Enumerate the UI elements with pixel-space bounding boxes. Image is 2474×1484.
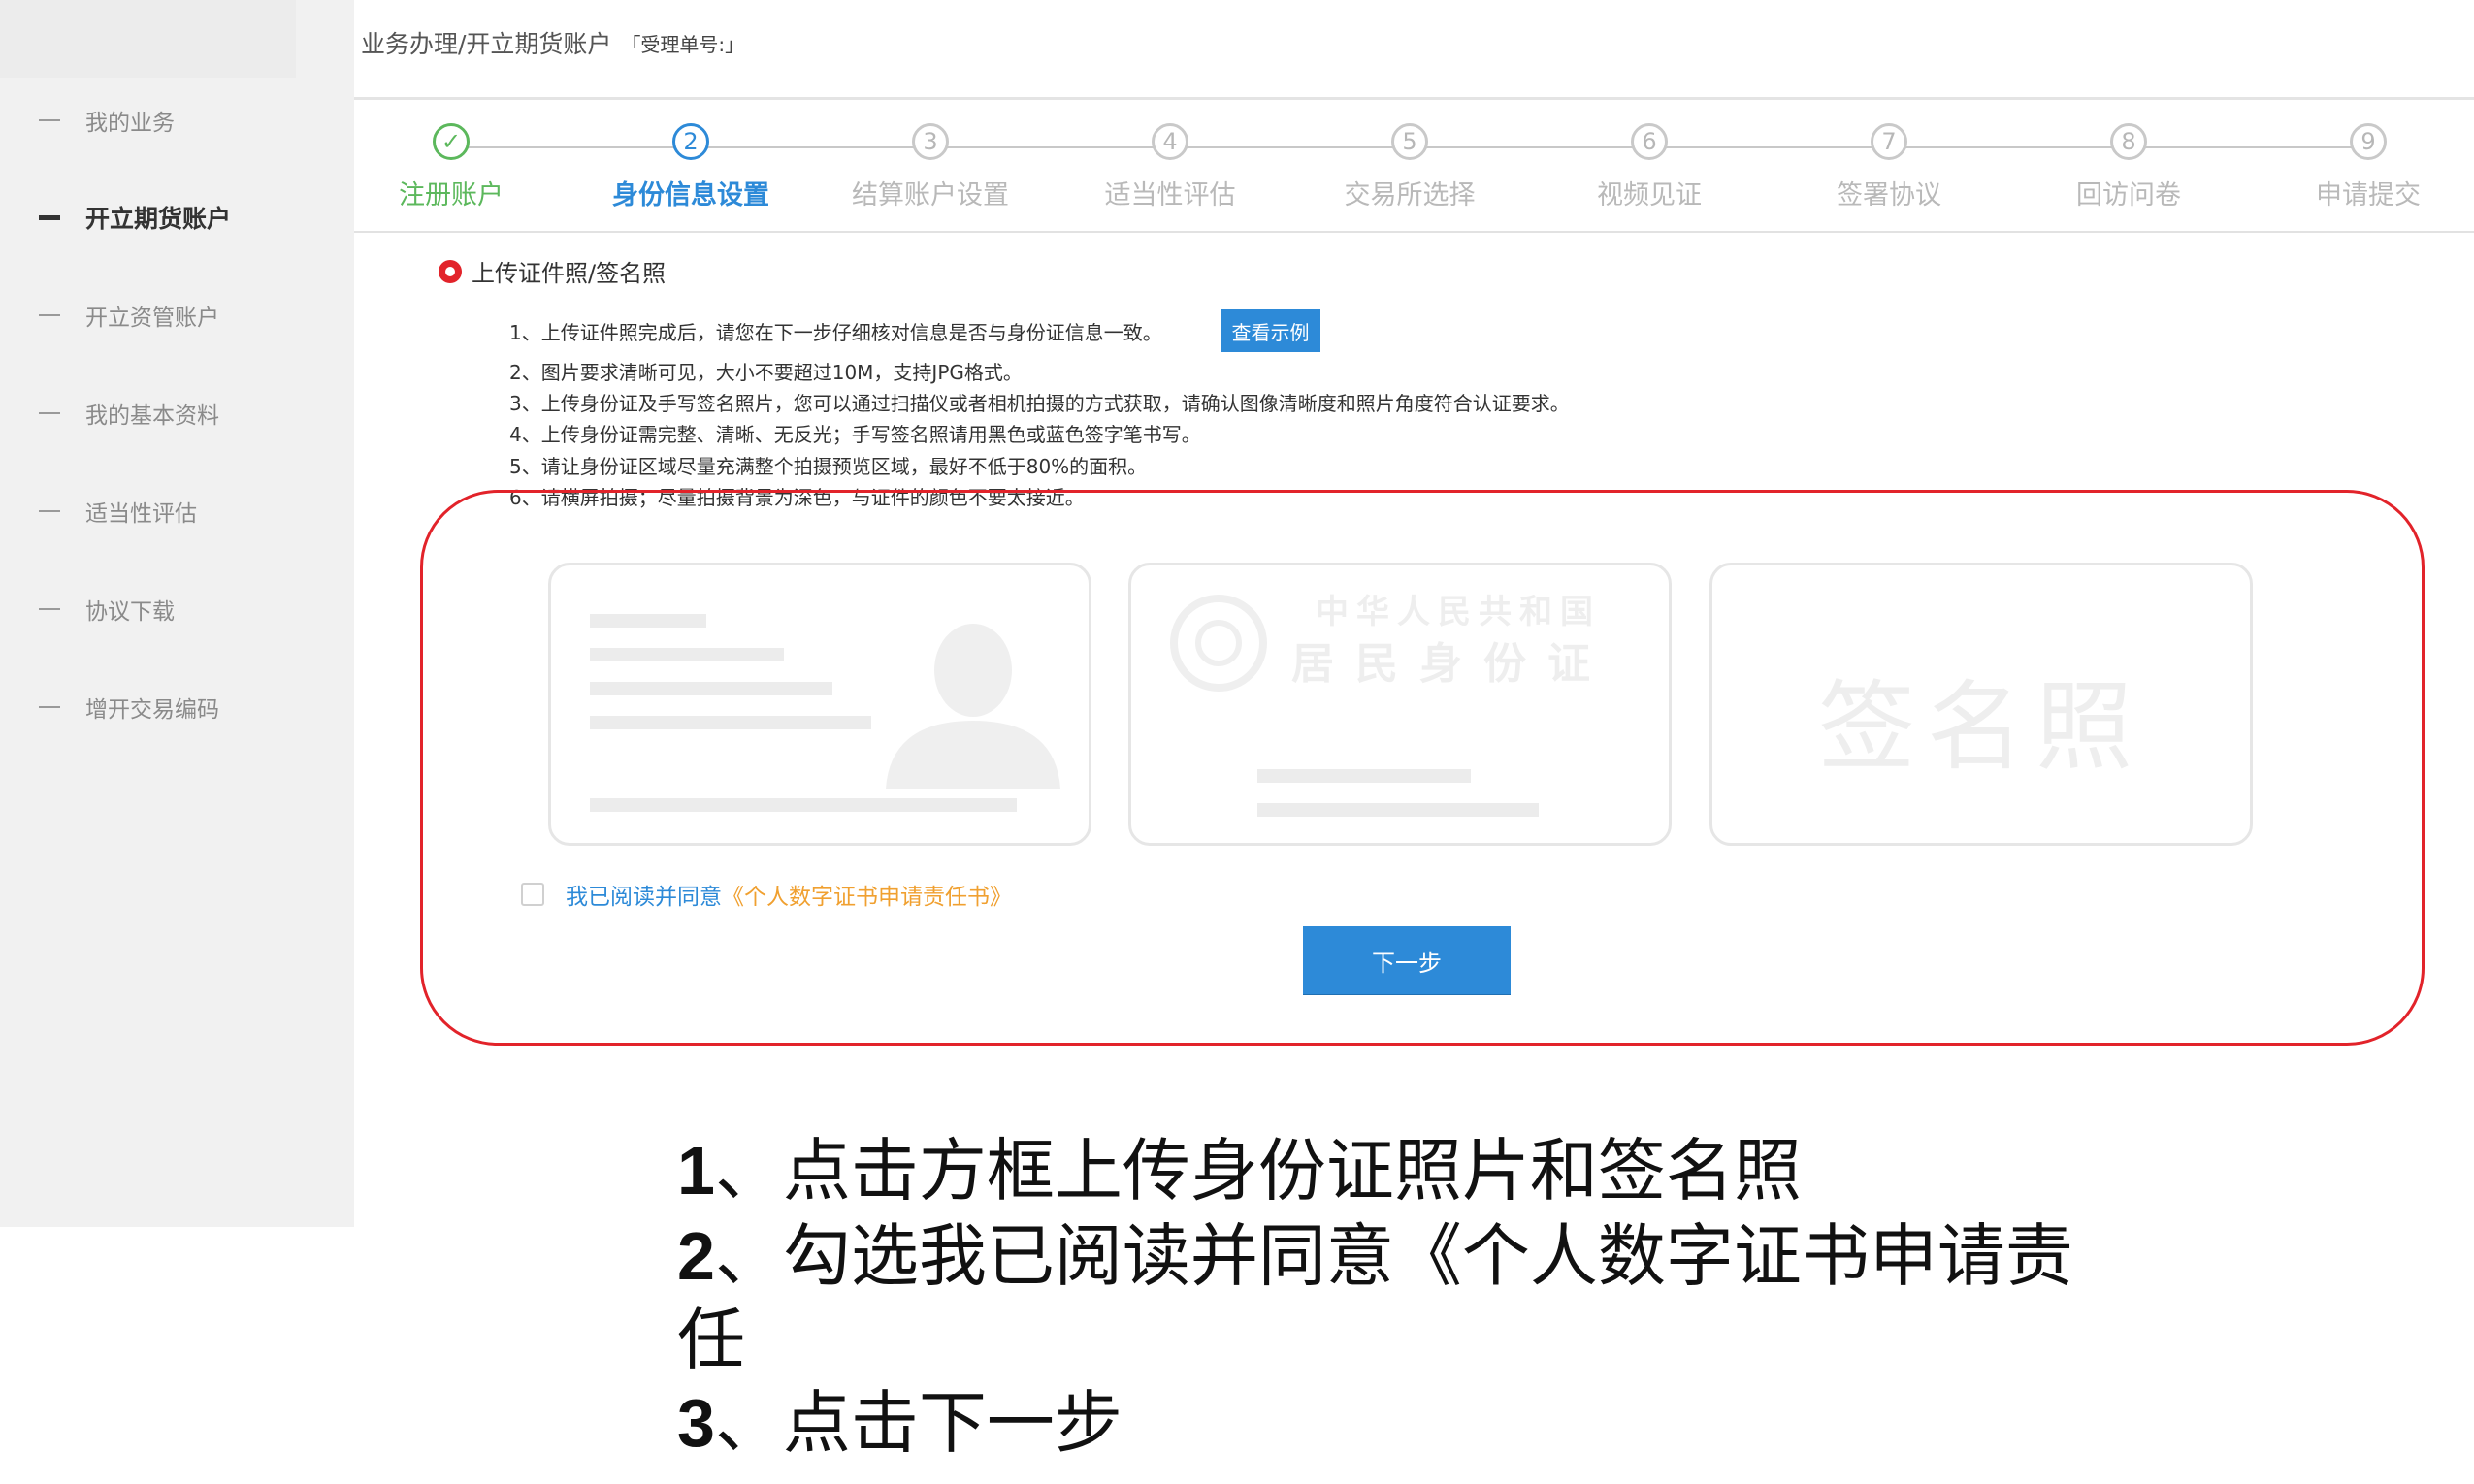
instruction-3: 3、上传身份证及手写签名照片，您可以通过扫描仪或者相机拍摄的方式获取，请确认图像… [509, 392, 1570, 415]
placeholder-line [590, 798, 1017, 812]
placeholder-line [590, 716, 871, 729]
sidebar-item-label: 增开交易编码 [85, 697, 219, 723]
sidebar-item-add-trading-code[interactable]: 增开交易编码 [39, 678, 219, 736]
step-progress: ✓ 注册账户 2 身份信息设置 3 结算账户设置 4 适当性评估 5 交易所选择… [354, 102, 2474, 233]
guide-line-3: 3、点击下一步 [677, 1382, 1123, 1464]
step-video-witness[interactable]: 6 视频见证 [1533, 123, 1766, 211]
step-return-visit[interactable]: 8 回访问卷 [2012, 123, 2245, 211]
step-label: 适当性评估 [1104, 180, 1236, 210]
id-back-title: 中华人民共和国 [1316, 593, 1601, 631]
step-exchange-selection[interactable]: 5 交易所选择 [1293, 123, 1526, 211]
logo-area [0, 0, 296, 78]
step-number: 4 [1152, 123, 1188, 160]
guide-number: 1 [677, 1133, 715, 1209]
guide-number: 2 [677, 1218, 715, 1294]
sidebar-item-label: 协议下载 [85, 599, 175, 625]
breadcrumb-path: 业务办理/开立期货账户 [361, 30, 612, 58]
dash-icon [39, 214, 60, 220]
header-divider [354, 97, 2474, 100]
instruction-2: 2、图片要求清晰可见，大小不要超过10M，支持JPG格式。 [509, 361, 1023, 384]
signature-upload[interactable]: 签名照 [1709, 563, 2253, 846]
dash-icon [39, 314, 60, 316]
id-back-upload[interactable]: 中华人民共和国 居民身份证 [1128, 563, 1672, 846]
sidebar-item-suitability[interactable]: 适当性评估 [39, 482, 197, 540]
person-silhouette-icon [886, 624, 1060, 789]
sidebar-item-label: 我的业务 [85, 111, 175, 136]
step-sign-agreement[interactable]: 7 签署协议 [1773, 123, 2005, 211]
agreement-row: 我已阅读并同意 《个人数字证书申请责任书》 [521, 878, 1012, 911]
dash-icon [39, 706, 60, 708]
placeholder-line [590, 682, 832, 695]
step-settlement-account[interactable]: 3 结算账户设置 [814, 123, 1047, 211]
step-number: 2 [672, 123, 709, 160]
dash-icon [39, 412, 60, 414]
instruction-1: 1、上传证件照完成后，请您在下一步仔细核对信息是否与身份证信息一致。 [509, 321, 1162, 344]
instruction-4: 4、上传身份证需完整、清晰、无反光；手写签名照请用黑色或蓝色签字笔书写。 [509, 423, 1201, 446]
guide-number: 3 [677, 1385, 715, 1461]
agreement-checkbox[interactable] [521, 883, 544, 906]
sidebar-item-label: 我的基本资料 [85, 403, 219, 429]
step-label: 签署协议 [1837, 180, 1941, 210]
step-label: 申请提交 [2316, 180, 2421, 210]
sidebar-item-open-asset-account[interactable]: 开立资管账户 [39, 286, 219, 344]
id-back-subtitle: 居民身份证 [1291, 639, 1611, 689]
guide-line-2: 2、勾选我已阅读并同意《个人数字证书申请责 [677, 1215, 2073, 1297]
step-submit[interactable]: 9 申请提交 [2252, 123, 2474, 211]
placeholder-line [1257, 803, 1539, 817]
step-label: 交易所选择 [1344, 180, 1476, 210]
guide-line-1: 1、点击方框上传身份证照片和签名照 [677, 1130, 1802, 1211]
step-number: 8 [2110, 123, 2147, 160]
guide-text: 、点击方框上传身份证照片和签名照 [714, 1131, 1802, 1210]
step-label: 注册账户 [399, 180, 504, 210]
step-label: 回访问卷 [2076, 180, 2181, 210]
placeholder-line [590, 648, 784, 661]
sidebar-item-label: 开立期货账户 [85, 205, 232, 233]
instruction-5: 5、请让身份证区域尽量充满整个拍摄预览区域，最好不低于80%的面积。 [509, 455, 1148, 478]
step-number: 3 [912, 123, 949, 160]
sidebar-item-agreement-download[interactable]: 协议下载 [39, 580, 175, 638]
step-label: 视频见证 [1597, 180, 1702, 210]
placeholder-line [590, 614, 706, 628]
placeholder-line [1257, 769, 1471, 783]
sidebar-item-label: 适当性评估 [85, 501, 197, 527]
guide-text: 、勾选我已阅读并同意《个人数字证书申请责 [714, 1216, 2073, 1296]
sidebar-item-basic-info[interactable]: 我的基本资料 [39, 384, 219, 442]
radio-icon [439, 259, 462, 283]
step-number: 5 [1391, 123, 1428, 160]
sidebar-item-open-futures-account[interactable]: 开立期货账户 [39, 188, 231, 246]
breadcrumb: 业务办理/开立期货账户 「受理单号:」 [361, 25, 744, 60]
step-register-account[interactable]: ✓ 注册账户 [335, 123, 568, 211]
dash-icon [39, 119, 60, 121]
check-icon: ✓ [433, 123, 470, 160]
agreement-link[interactable]: 《个人数字证书申请责任书》 [722, 878, 1012, 911]
step-label: 身份信息设置 [612, 180, 769, 210]
step-suitability[interactable]: 4 适当性评估 [1054, 123, 1286, 211]
dash-icon [39, 510, 60, 512]
sidebar: 我的业务 开立期货账户 开立资管账户 我的基本资料 适当性评估 协议下载 增开交… [0, 0, 354, 1227]
sidebar-item-label: 开立资管账户 [85, 306, 219, 331]
section-title: 上传证件照/签名照 [439, 254, 666, 288]
order-number-label: 「受理单号:」 [621, 32, 745, 56]
section-title-text: 上传证件照/签名照 [472, 260, 667, 287]
national-emblem-icon [1170, 595, 1267, 692]
guide-text: 、点击下一步 [714, 1383, 1123, 1463]
step-number: 6 [1631, 123, 1668, 160]
steps-divider [354, 231, 2474, 233]
guide-line-2-wrap: 任 [677, 1300, 745, 1379]
next-step-button[interactable]: 下一步 [1303, 926, 1511, 994]
step-number: 7 [1871, 123, 1907, 160]
step-label: 结算账户设置 [852, 180, 1009, 210]
step-number: 9 [2350, 123, 2387, 160]
view-example-button[interactable]: 查看示例 [1221, 309, 1320, 352]
id-front-upload[interactable] [548, 563, 1091, 846]
agreement-text: 我已阅读并同意 [566, 885, 722, 910]
sidebar-item-my-business[interactable]: 我的业务 [39, 91, 175, 149]
step-identity-info[interactable]: 2 身份信息设置 [574, 123, 807, 211]
dash-icon [39, 608, 60, 610]
signature-placeholder-text: 签名照 [1818, 670, 2144, 784]
